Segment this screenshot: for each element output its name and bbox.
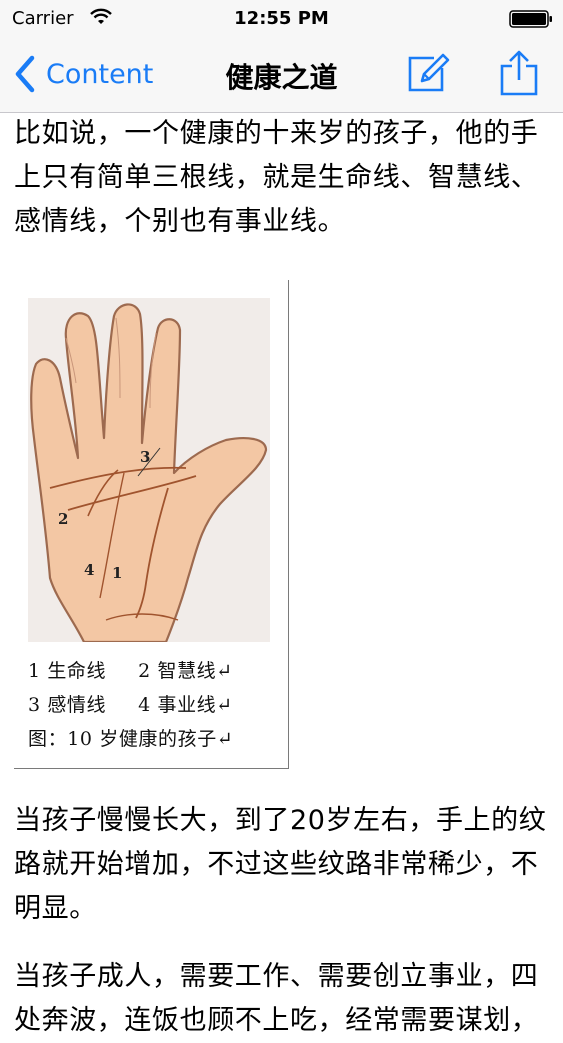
navigation-bar: Content 健康之道 bbox=[0, 38, 563, 113]
palm-figure: 3 2 4 1 1 生命线 2 智慧线↵ 3 感情线 4 事业线↵ 图：10 岁健康… bbox=[14, 280, 289, 769]
status-bar: Carrier 12:55 PM bbox=[0, 0, 563, 38]
figure-caption: 图：10 岁健康的孩子↵ bbox=[28, 728, 234, 750]
legend-row: 3 感情线 4 事业线↵ bbox=[28, 688, 278, 722]
time-label: 12:55 PM bbox=[234, 8, 329, 29]
line-label-4: 4 bbox=[84, 561, 95, 579]
article-paragraph: 比如说，一个健康的十来岁的孩子，他的手上只有简单三根线，就是生命线、智慧线、感情… bbox=[14, 118, 539, 237]
palm-illustration: 3 2 4 1 bbox=[28, 298, 270, 642]
line-label-3: 3 bbox=[140, 448, 151, 466]
legend-row: 1 生命线 2 智慧线↵ bbox=[28, 654, 278, 688]
legend-item: 4 事业线↵ bbox=[138, 694, 233, 716]
page-title: 健康之道 bbox=[225, 61, 338, 94]
article-paragraph: 当孩子慢慢长大，到了20岁左右，手上的纹路就开始增加，不过这些纹路非常稀少，不明… bbox=[14, 805, 547, 924]
legend-item: 3 感情线 bbox=[28, 694, 107, 716]
line-label-2: 2 bbox=[58, 510, 69, 528]
share-icon[interactable] bbox=[496, 50, 542, 96]
article-paragraph: 当孩子成人，需要工作、需要创立事业，四处奔波，连饭也顾不上吃，经常需要谋划， bbox=[14, 961, 539, 1036]
legend-item: 1 生命线 bbox=[28, 660, 107, 682]
figure-legend: 1 生命线 2 智慧线↵ 3 感情线 4 事业线↵ 图：10 岁健康的孩子↵ bbox=[28, 654, 278, 756]
compose-icon[interactable] bbox=[404, 50, 450, 96]
line-label-1: 1 bbox=[112, 564, 123, 582]
legend-item: 2 智慧线↵ bbox=[138, 660, 233, 682]
article-content: 比如说，一个健康的十来岁的孩子，他的手上只有简单三根线，就是生命线、智慧线、感情… bbox=[14, 112, 554, 1043]
battery-icon bbox=[509, 10, 552, 28]
